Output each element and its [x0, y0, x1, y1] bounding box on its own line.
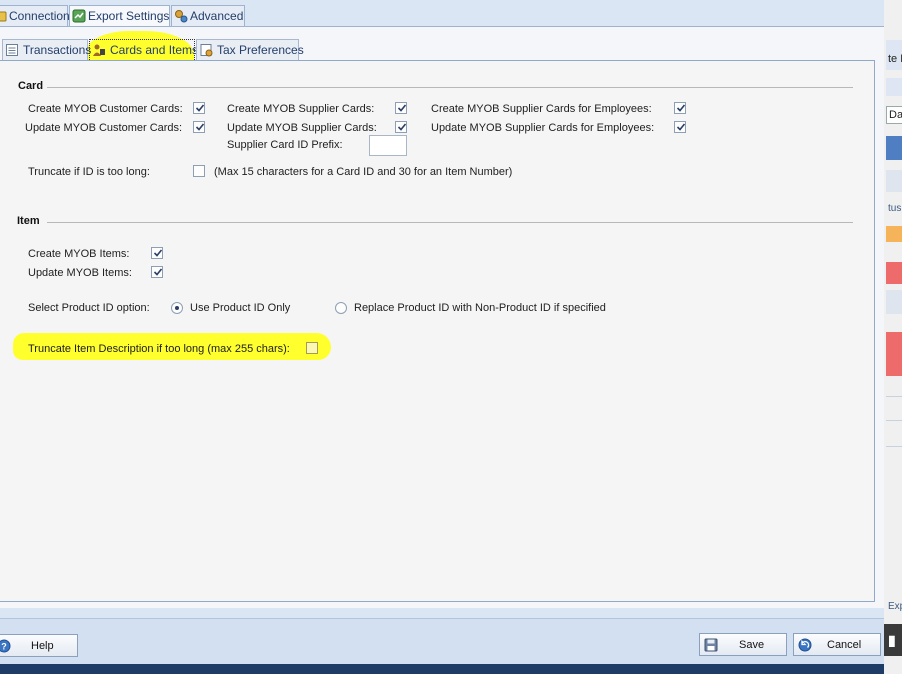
card-section-title: Card	[18, 80, 44, 92]
checkmark-icon	[397, 123, 407, 131]
supplier-prefix-label: Supplier Card ID Prefix:	[227, 139, 343, 151]
tab-transactions[interactable]: Transactions	[2, 39, 92, 60]
use-product-id-label: Use Product ID Only	[190, 302, 291, 314]
background-orange-row	[886, 226, 902, 242]
tab-export-settings[interactable]: Export Settings	[69, 5, 170, 26]
update-customer-cards-label: Update MYOB Customer Cards:	[25, 122, 183, 134]
tab-tax-preferences-label: Tax Preferences	[217, 43, 304, 57]
background-divider	[886, 446, 902, 447]
background-divider	[886, 420, 902, 421]
update-customer-cards-checkbox[interactable]	[193, 121, 205, 133]
help-button[interactable]: ? Help	[0, 634, 78, 657]
create-items-label: Create MYOB Items:	[28, 248, 130, 260]
create-supplier-cards-label: Create MYOB Supplier Cards:	[227, 103, 375, 115]
svg-text:?: ?	[1, 642, 7, 652]
cancel-button[interactable]: Cancel	[793, 633, 881, 656]
create-supplier-cards-checkbox[interactable]	[395, 102, 407, 114]
tab-connection-label: Connection	[9, 9, 70, 23]
truncate-id-checkbox[interactable]	[193, 165, 205, 177]
checkmark-icon	[397, 104, 407, 112]
create-items-checkbox[interactable]	[151, 247, 163, 259]
tab-advanced-label: Advanced	[190, 9, 244, 23]
item-section-title: Item	[17, 215, 40, 227]
tab-tax-preferences[interactable]: Tax Preferences	[196, 39, 304, 60]
tab-advanced[interactable]: Advanced	[171, 5, 245, 26]
tab-cards-and-items-label: Cards and Items	[110, 43, 199, 57]
background-row	[886, 170, 902, 192]
truncate-description-label: Truncate Item Description if too long (m…	[28, 343, 290, 355]
item-section-divider	[47, 222, 853, 223]
truncate-description-checkbox[interactable]	[306, 342, 318, 354]
background-red-row	[886, 332, 902, 376]
product-id-option-label: Select Product ID option:	[28, 302, 150, 314]
help-icon: ?	[0, 639, 11, 653]
background-divider	[886, 396, 902, 397]
checkmark-icon	[676, 104, 686, 112]
background-export-fragment: Exp	[888, 601, 902, 612]
replace-product-id-label: Replace Product ID with Non-Product ID i…	[354, 302, 606, 314]
background-title-fragment: te L	[888, 53, 902, 65]
background-selected-bar	[886, 136, 902, 160]
dialog-button-bar: ? Help Save Cancel	[0, 618, 884, 664]
truncate-id-label: Truncate if ID is too long:	[28, 166, 150, 178]
update-supplier-employees-label: Update MYOB Supplier Cards for Employees…	[431, 122, 655, 134]
export-settings-icon	[72, 9, 86, 23]
background-field: Da	[886, 106, 902, 124]
background-status-fragment: tus	[888, 203, 902, 214]
checkmark-icon	[153, 249, 163, 257]
tax-preferences-icon	[200, 44, 213, 57]
cards-items-icon	[93, 44, 105, 56]
card-section-divider	[47, 87, 853, 88]
create-supplier-employees-checkbox[interactable]	[674, 102, 686, 114]
checkmark-icon	[153, 268, 163, 276]
top-tabbar: Connection Export Settings Advanced	[0, 5, 884, 26]
cancel-undo-icon	[798, 638, 812, 652]
tab-transactions-label: Transactions	[23, 43, 92, 57]
create-customer-cards-label: Create MYOB Customer Cards:	[28, 103, 183, 115]
background-window: te L Da tus Exp ▮	[884, 0, 902, 674]
help-button-label: Help	[31, 640, 54, 652]
radio-selected-dot	[175, 306, 179, 310]
tab-export-settings-label: Export Settings	[88, 9, 170, 23]
update-supplier-employees-checkbox[interactable]	[674, 121, 686, 133]
checkmark-icon	[195, 104, 205, 112]
checkmark-icon	[676, 123, 686, 131]
tab-connection[interactable]: Connection	[0, 5, 70, 26]
export-settings-panel: Transactions Cards and Items Tax Prefere…	[0, 26, 884, 608]
truncate-id-note: (Max 15 characters for a Card ID and 30 …	[214, 166, 513, 178]
background-bar	[886, 78, 902, 96]
tab-cards-and-items[interactable]: Cards and Items	[89, 39, 199, 60]
supplier-prefix-input[interactable]	[369, 135, 407, 156]
connection-icon	[0, 11, 7, 22]
update-items-label: Update MYOB Items:	[28, 267, 132, 279]
transactions-icon	[6, 44, 18, 56]
replace-product-id-radio[interactable]	[335, 302, 347, 314]
save-button-label: Save	[739, 639, 765, 651]
create-customer-cards-checkbox[interactable]	[193, 102, 205, 114]
create-supplier-employees-label: Create MYOB Supplier Cards for Employees…	[431, 103, 652, 115]
export-settings-dialog: Connection Export Settings Advanced Tran…	[0, 0, 884, 664]
save-disk-icon	[704, 638, 718, 652]
update-items-checkbox[interactable]	[151, 266, 163, 278]
checkmark-icon	[195, 123, 205, 131]
use-product-id-radio[interactable]	[171, 302, 183, 314]
advanced-gears-icon	[175, 10, 188, 23]
update-supplier-cards-checkbox[interactable]	[395, 121, 407, 133]
update-supplier-cards-label: Update MYOB Supplier Cards:	[227, 122, 377, 134]
save-button[interactable]: Save	[699, 633, 787, 656]
background-row	[886, 290, 902, 314]
cancel-button-label: Cancel	[827, 639, 862, 651]
cards-and-items-content: Card Create MYOB Customer Cards: Update …	[0, 60, 875, 602]
background-dark-icon: ▮	[884, 624, 902, 656]
background-red-row	[886, 262, 902, 284]
